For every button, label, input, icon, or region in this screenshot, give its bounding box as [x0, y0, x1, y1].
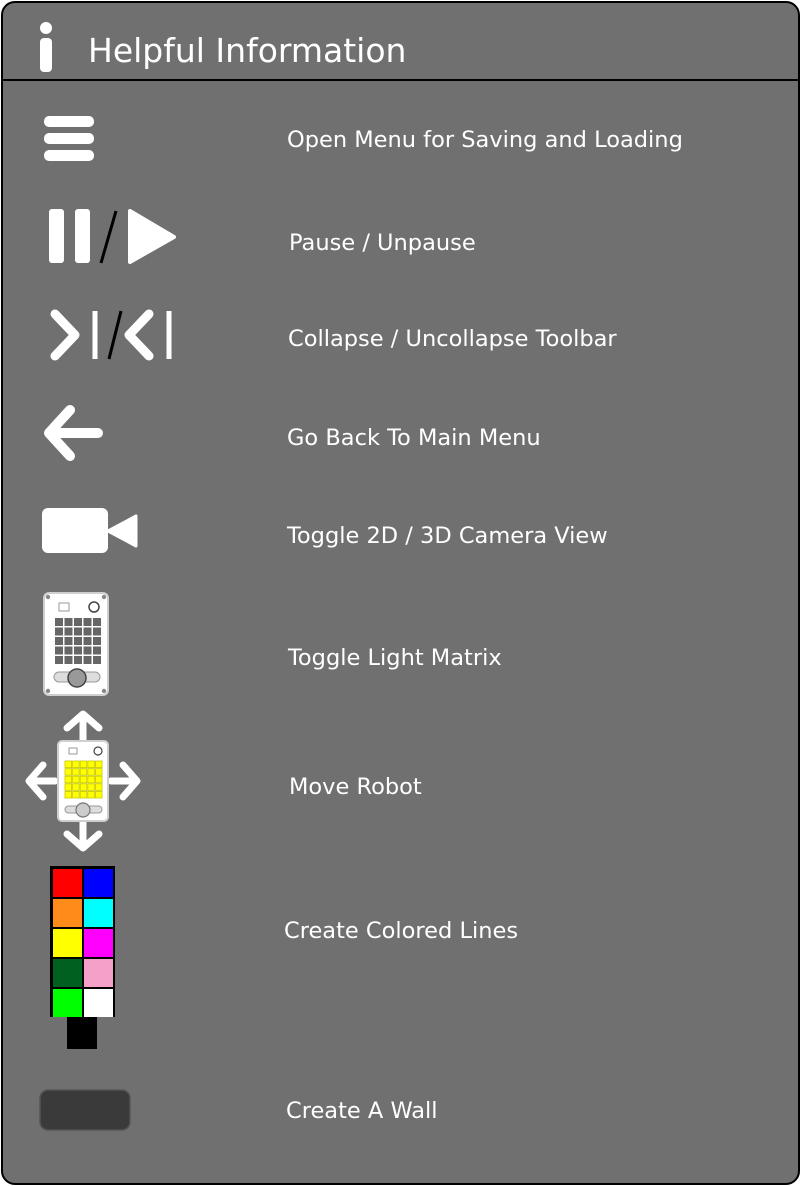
- colored-lines-label: Create Colored Lines: [284, 918, 519, 944]
- matrix-pixel: [83, 627, 92, 636]
- matrix-pixel-lit: [79, 775, 88, 784]
- palette-color-swatch[interactable]: [53, 929, 82, 957]
- palette-color-swatch[interactable]: [84, 989, 113, 1017]
- matrix-pixel: [83, 618, 92, 626]
- collapse-toolbar-label: Collapse / Uncollapse Toolbar: [288, 326, 617, 352]
- matrix-pixel-lit: [64, 768, 72, 776]
- palette-color-swatch[interactable]: [84, 869, 113, 897]
- matrix-pixel: [55, 627, 63, 636]
- palette-color-swatch[interactable]: [84, 899, 113, 927]
- matrix-pixel: [64, 646, 73, 655]
- matrix-pixel-lit: [87, 775, 95, 784]
- palette-color-swatch[interactable]: [53, 899, 82, 927]
- palette-color-swatch[interactable]: [84, 929, 113, 957]
- matrix-pixel-lit: [64, 791, 72, 799]
- matrix-pixel: [55, 637, 63, 645]
- matrix-pixel: [74, 618, 82, 626]
- helpful-information-panel: Helpful Information Open Menu for Saving…: [1, 1, 800, 1185]
- palette-color-swatch[interactable]: [53, 989, 82, 1017]
- wall-block-icon[interactable]: [39, 1089, 133, 1133]
- matrix-pixel: [55, 646, 63, 655]
- matrix-pixel: [93, 627, 101, 636]
- matrix-pixel-lit: [95, 760, 103, 768]
- matrix-pixel-lit: [79, 791, 88, 799]
- palette-color-swatch[interactable]: [53, 959, 82, 987]
- matrix-pixel-lit: [79, 783, 88, 791]
- matrix-pixel-lit: [64, 760, 72, 768]
- matrix-pixel: [64, 656, 73, 664]
- matrix-pixel: [74, 656, 82, 664]
- matrix-pixel-lit: [87, 768, 95, 776]
- move-robot-label: Move Robot: [289, 774, 422, 800]
- matrix-pixel: [55, 656, 63, 664]
- matrix-pixel: [74, 627, 82, 636]
- open-menu-label: Open Menu for Saving and Loading: [287, 127, 683, 153]
- matrix-pixel: [64, 618, 73, 626]
- light-matrix-icon[interactable]: [43, 592, 109, 696]
- matrix-pixel: [64, 627, 73, 636]
- pause-label: Pause / Unpause: [289, 230, 476, 256]
- matrix-pixel-lit: [72, 768, 80, 776]
- matrix-pixel-lit: [72, 760, 80, 768]
- matrix-pixel-lit: [95, 783, 103, 791]
- matrix-pixel-lit: [95, 768, 103, 776]
- matrix-pixel: [93, 646, 101, 655]
- matrix-pixel-lit: [79, 760, 88, 768]
- back-arrow-icon[interactable]: [42, 403, 106, 465]
- matrix-pixel-lit: [64, 775, 72, 784]
- matrix-pixel-lit: [95, 791, 103, 799]
- palette-color-swatch[interactable]: [84, 959, 113, 987]
- toggle-light-matrix-label: Toggle Light Matrix: [288, 645, 502, 671]
- matrix-pixel: [93, 656, 101, 664]
- matrix-pixel-lit: [72, 783, 80, 791]
- matrix-pixel: [83, 646, 92, 655]
- palette-color-swatch[interactable]: [53, 869, 82, 897]
- create-wall-label: Create A Wall: [286, 1098, 438, 1124]
- matrix-pixel-lit: [87, 760, 95, 768]
- pause-play-icon[interactable]: [48, 207, 178, 265]
- hamburger-menu-icon[interactable]: [44, 116, 94, 162]
- info-icon: [40, 22, 52, 72]
- matrix-pixel-lit: [95, 775, 103, 784]
- panel-title: Helpful Information: [88, 31, 407, 70]
- video-camera-icon[interactable]: [42, 507, 138, 555]
- matrix-pixel-lit: [72, 775, 80, 784]
- matrix-pixel-lit: [87, 783, 95, 791]
- matrix-pixel-lit: [79, 768, 88, 776]
- matrix-pixel-lit: [87, 791, 95, 799]
- back-to-main-label: Go Back To Main Menu: [287, 425, 541, 451]
- collapse-toolbar-icon[interactable]: [49, 307, 175, 363]
- color-palette-icon[interactable]: [49, 865, 119, 1051]
- toggle-camera-label: Toggle 2D / 3D Camera View: [287, 523, 608, 549]
- matrix-pixel-lit: [72, 791, 80, 799]
- move-robot-icon[interactable]: [25, 710, 141, 852]
- matrix-pixel-lit: [64, 783, 72, 791]
- matrix-pixel: [74, 637, 82, 645]
- matrix-pixel: [93, 618, 101, 626]
- panel-header: Helpful Information: [3, 3, 798, 81]
- matrix-pixel: [74, 646, 82, 655]
- matrix-pixel: [93, 637, 101, 645]
- matrix-pixel: [64, 637, 73, 645]
- matrix-pixel: [83, 637, 92, 645]
- matrix-pixel: [55, 618, 63, 626]
- matrix-pixel: [83, 656, 92, 664]
